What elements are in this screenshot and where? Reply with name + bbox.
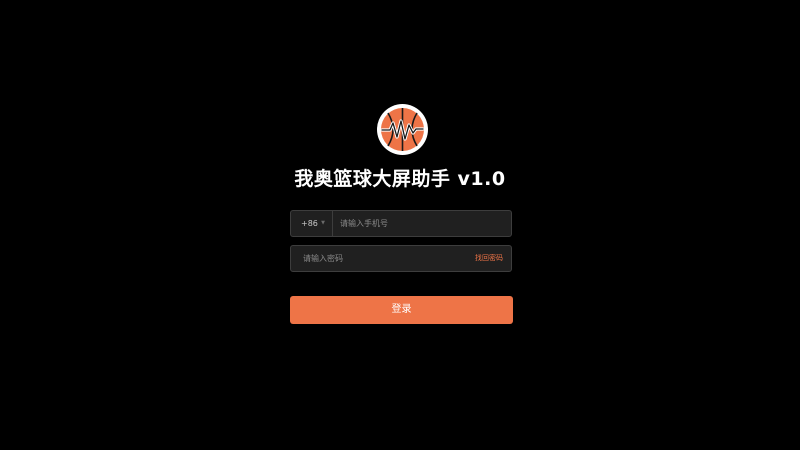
login-button[interactable]: 登录 <box>290 296 513 324</box>
app-title: 我奥篮球大屏助手 v1.0 <box>294 168 506 190</box>
country-code-select[interactable]: +86 ▼ <box>291 211 333 236</box>
basketball-logo-icon <box>376 103 429 156</box>
password-field: 找回密码 <box>290 245 512 272</box>
password-input[interactable] <box>303 246 463 271</box>
login-screen: 我奥篮球大屏助手 v1.0 +86 ▼ 找回密码 登录 <box>0 0 800 450</box>
chevron-down-icon: ▼ <box>321 220 325 226</box>
forgot-password-link[interactable]: 找回密码 <box>475 246 503 271</box>
country-code-label: +86 <box>301 219 318 228</box>
phone-input[interactable] <box>340 211 505 236</box>
phone-field: +86 ▼ <box>290 210 512 237</box>
